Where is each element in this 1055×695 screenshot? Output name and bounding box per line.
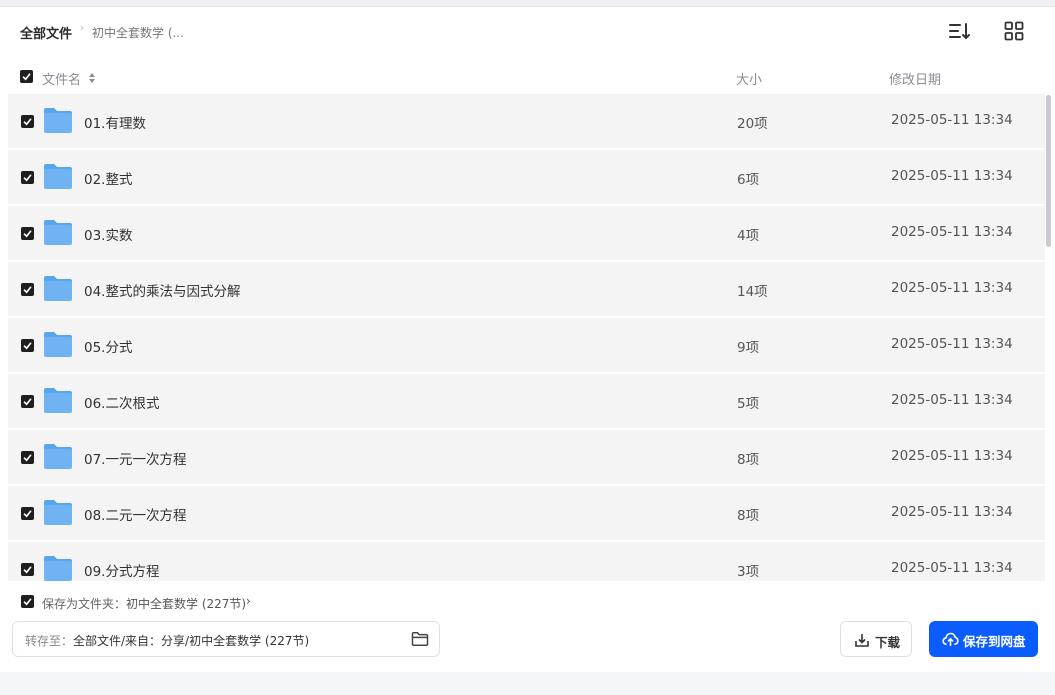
row-checkbox[interactable] bbox=[21, 171, 34, 184]
column-header-size: 大小 bbox=[736, 73, 763, 88]
file-list[interactable]: 01.有理数 20项 2025-05-11 13:34 02.整式 6项 2025-05-… bbox=[8, 88, 1045, 581]
file-size: 9项 bbox=[737, 340, 760, 356]
save-to-cloud-button-label: 保存到网盘 bbox=[963, 634, 1026, 649]
row-checkbox[interactable] bbox=[21, 563, 34, 576]
file-size: 8项 bbox=[737, 508, 760, 524]
chevron-right-icon[interactable]: › bbox=[246, 594, 251, 608]
breadcrumb-separator: › bbox=[80, 23, 84, 34]
row-checkbox[interactable] bbox=[21, 339, 34, 352]
file-date: 2025-05-11 13:34 bbox=[891, 168, 1013, 184]
save-as-folder-option[interactable]: 保存为文件夹： 初中全套数学 (227节) › bbox=[0, 593, 600, 613]
folder-icon bbox=[44, 276, 72, 301]
folder-icon bbox=[44, 444, 72, 469]
file-date: 2025-05-11 13:34 bbox=[891, 560, 1013, 576]
folder-icon bbox=[44, 332, 72, 357]
destination-path: 全部文件/来自：分享/初中全套数学 (227节) bbox=[73, 634, 310, 648]
list-scrollbar[interactable] bbox=[1046, 95, 1051, 247]
grid-view-icon bbox=[1004, 21, 1024, 41]
row-checkbox[interactable] bbox=[21, 283, 34, 296]
file-size: 6项 bbox=[737, 172, 760, 188]
column-header-name[interactable]: 文件名 bbox=[42, 69, 95, 88]
check-icon bbox=[23, 566, 32, 574]
table-row[interactable]: 08.二元一次方程 8项 2025-05-11 13:34 bbox=[8, 486, 1045, 540]
file-size: 14项 bbox=[737, 284, 768, 300]
folder-icon bbox=[44, 500, 72, 525]
top-bar: 全部文件 › 初中全套数学 (... bbox=[0, 7, 1055, 57]
table-row[interactable]: 07.一元一次方程 8项 2025-05-11 13:34 bbox=[8, 430, 1045, 484]
save-as-folder-checkbox[interactable] bbox=[21, 595, 34, 608]
check-icon bbox=[23, 454, 32, 462]
column-header-name-label: 文件名 bbox=[42, 73, 82, 88]
check-icon bbox=[22, 73, 31, 81]
row-checkbox[interactable] bbox=[21, 115, 34, 128]
file-name[interactable]: 02.整式 bbox=[84, 168, 132, 188]
file-name[interactable]: 03.实数 bbox=[84, 224, 132, 244]
save-to-cloud-button[interactable]: 保存到网盘 bbox=[929, 621, 1038, 657]
view-toggle-button[interactable] bbox=[1002, 19, 1026, 43]
breadcrumb-current: 初中全套数学 (... bbox=[92, 26, 184, 40]
page-footer bbox=[0, 672, 1055, 695]
file-name[interactable]: 09.分式方程 bbox=[84, 560, 159, 580]
cloud-upload-icon bbox=[942, 632, 959, 646]
folder-open-icon[interactable] bbox=[411, 631, 429, 647]
table-row[interactable]: 02.整式 6项 2025-05-11 13:34 bbox=[8, 150, 1045, 204]
file-name[interactable]: 04.整式的乘法与因式分解 bbox=[84, 280, 240, 300]
select-all-checkbox[interactable] bbox=[20, 70, 33, 83]
file-size: 20项 bbox=[737, 116, 768, 132]
check-icon bbox=[23, 118, 32, 126]
folder-icon bbox=[44, 164, 72, 189]
file-date: 2025-05-11 13:34 bbox=[891, 448, 1013, 464]
save-as-folder-value: 初中全套数学 (227节) bbox=[126, 597, 247, 611]
download-button-label: 下载 bbox=[875, 635, 901, 650]
table-row[interactable]: 06.二次根式 5项 2025-05-11 13:34 bbox=[8, 374, 1045, 428]
check-icon bbox=[23, 398, 32, 406]
table-row[interactable]: 04.整式的乘法与因式分解 14项 2025-05-11 13:34 bbox=[8, 262, 1045, 316]
file-size: 8项 bbox=[737, 452, 760, 468]
download-icon bbox=[855, 634, 869, 647]
table-row[interactable]: 09.分式方程 3项 2025-05-11 13:34 bbox=[8, 542, 1045, 581]
file-name[interactable]: 05.分式 bbox=[84, 336, 132, 356]
file-size: 5项 bbox=[737, 396, 760, 412]
folder-icon bbox=[44, 108, 72, 133]
check-icon bbox=[23, 174, 32, 182]
file-date: 2025-05-11 13:34 bbox=[891, 224, 1013, 240]
sort-arrows-icon bbox=[89, 73, 95, 83]
file-date: 2025-05-11 13:34 bbox=[891, 112, 1013, 128]
file-name[interactable]: 01.有理数 bbox=[84, 112, 146, 132]
check-icon bbox=[23, 598, 32, 606]
file-size: 3项 bbox=[737, 564, 760, 580]
breadcrumb-root[interactable]: 全部文件 bbox=[20, 23, 72, 42]
table-row[interactable]: 01.有理数 20项 2025-05-11 13:34 bbox=[8, 94, 1045, 148]
file-name[interactable]: 07.一元一次方程 bbox=[84, 448, 186, 468]
folder-icon bbox=[44, 220, 72, 245]
check-icon bbox=[23, 286, 32, 294]
check-icon bbox=[23, 342, 32, 350]
check-icon bbox=[23, 510, 32, 518]
table-row[interactable]: 05.分式 9项 2025-05-11 13:34 bbox=[8, 318, 1045, 372]
column-header-date: 修改日期 bbox=[889, 73, 942, 88]
sort-list-icon bbox=[949, 23, 970, 40]
sort-button[interactable] bbox=[947, 19, 971, 43]
file-name[interactable]: 06.二次根式 bbox=[84, 392, 159, 412]
table-header: 文件名 大小 修改日期 bbox=[0, 59, 1055, 88]
file-save-panel: 全部文件 › 初中全套数学 (... 文件名 大小 修改日期 01.有理数 20… bbox=[0, 6, 1055, 672]
file-date: 2025-05-11 13:34 bbox=[891, 336, 1013, 352]
row-checkbox[interactable] bbox=[21, 227, 34, 240]
file-name[interactable]: 08.二元一次方程 bbox=[84, 504, 186, 524]
check-icon bbox=[23, 230, 32, 238]
file-date: 2025-05-11 13:34 bbox=[891, 392, 1013, 408]
download-button[interactable]: 下载 bbox=[840, 621, 912, 657]
destination-label: 转存至： bbox=[25, 634, 74, 648]
file-date: 2025-05-11 13:34 bbox=[891, 280, 1013, 296]
folder-icon bbox=[44, 556, 72, 581]
destination-field[interactable]: 转存至： 全部文件/来自：分享/初中全套数学 (227节) bbox=[12, 621, 440, 657]
table-row[interactable]: 03.实数 4项 2025-05-11 13:34 bbox=[8, 206, 1045, 260]
file-size: 4项 bbox=[737, 228, 760, 244]
row-checkbox[interactable] bbox=[21, 395, 34, 408]
row-checkbox[interactable] bbox=[21, 451, 34, 464]
file-date: 2025-05-11 13:34 bbox=[891, 504, 1013, 520]
save-as-folder-label: 保存为文件夹： bbox=[42, 597, 127, 611]
row-checkbox[interactable] bbox=[21, 507, 34, 520]
folder-icon bbox=[44, 388, 72, 413]
